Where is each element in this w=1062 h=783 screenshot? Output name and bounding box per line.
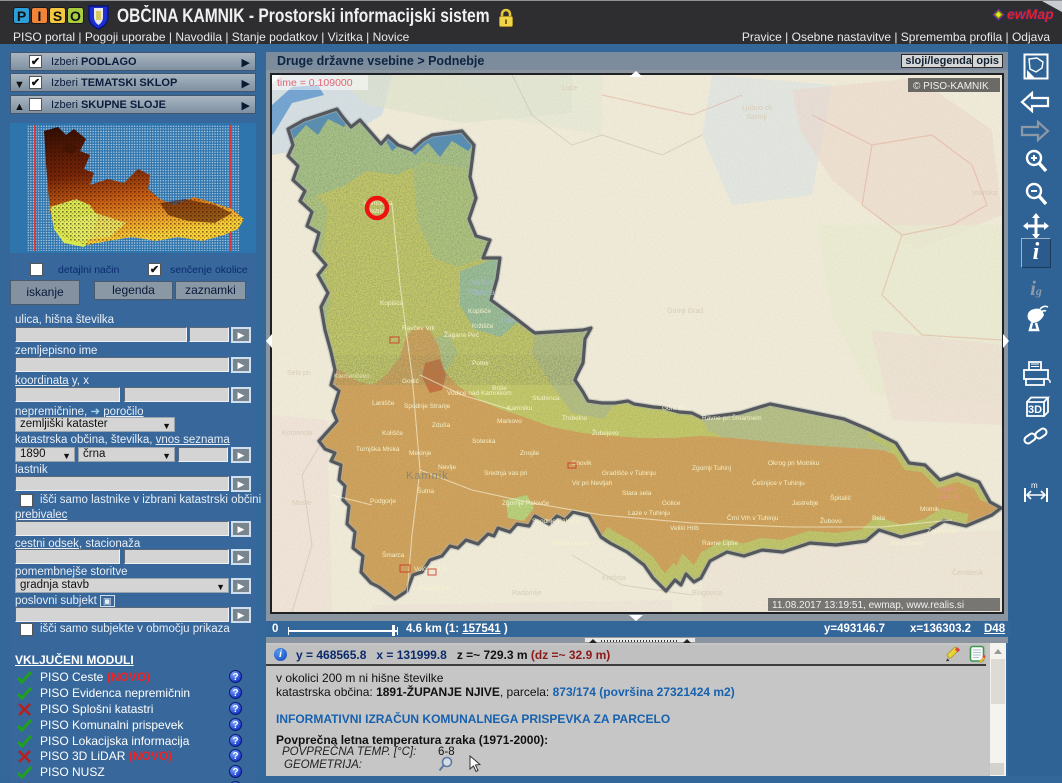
svg-text:Šutna: Šutna — [417, 486, 434, 495]
svg-text:Golice: Golice — [662, 500, 681, 507]
svg-text:Vir pri Nevljah: Vir pri Nevljah — [572, 480, 613, 487]
svg-text:Spodnje Palovče: Spodnje Palovče — [532, 518, 581, 525]
svg-text:Vransko: Vransko — [972, 190, 998, 197]
svg-text:Špitalič: Špitalič — [830, 493, 852, 502]
svg-text:Ravne pri Šmartnem: Ravne pri Šmartnem — [702, 413, 762, 422]
svg-text:Podgorje: Podgorje — [370, 498, 396, 505]
svg-text:Moste: Moste — [292, 500, 311, 507]
svg-text:© PISO-KAMNIK: © PISO-KAMNIK — [913, 81, 989, 92]
svg-text:Trobelno: Trobelno — [562, 415, 588, 422]
svg-text:Sela pri: Sela pri — [287, 370, 311, 377]
svg-text:Kamniku: Kamniku — [507, 405, 533, 412]
svg-text:Bela: Bela — [872, 515, 885, 522]
svg-text:Zgornje Palovče: Zgornje Palovče — [502, 500, 549, 507]
svg-text:Kopišča: Kopišča — [380, 300, 404, 307]
svg-text:Mala Raven: Mala Raven — [890, 540, 925, 547]
svg-text:Komenda: Komenda — [282, 430, 312, 437]
svg-text:Znojile: Znojile — [520, 450, 540, 457]
svg-text:Kopišče: Kopišče — [468, 308, 492, 315]
svg-text:time = 0.109000: time = 0.109000 — [277, 77, 353, 89]
svg-text:Potok: Potok — [472, 360, 489, 367]
svg-text:Velika Lašna: Velika Lašna — [552, 540, 589, 547]
svg-text:Turnjška Miska: Turnjška Miska — [356, 446, 400, 453]
svg-text:11.08.2017 13:19:51, ewmap, ww: 11.08.2017 13:19:51, ewmap, www.realis.s… — [772, 600, 964, 611]
svg-text:Ljubno ob: Ljubno ob — [742, 105, 773, 112]
svg-text:Luče: Luče — [562, 85, 577, 92]
svg-text:Žagana Peč: Žagana Peč — [444, 330, 480, 339]
svg-text:Stara sela: Stara sela — [622, 490, 652, 497]
svg-text:Žaga: Žaga — [500, 315, 515, 324]
svg-text:Laze v Tuhinju: Laze v Tuhinju — [628, 510, 670, 517]
svg-text:Motnik: Motnik — [920, 506, 940, 513]
svg-text:Blagovica: Blagovica — [692, 590, 722, 597]
svg-text:Studenca: Studenca — [532, 395, 560, 402]
svg-text:Kržišče: Kržišče — [472, 323, 494, 330]
svg-text:Gora Sv.: Gora Sv. — [662, 405, 687, 412]
svg-text:Šmarca: Šmarca — [382, 550, 405, 559]
svg-text:Okrog pri Motniku: Okrog pri Motniku — [768, 460, 820, 467]
svg-text:Kamnik: Kamnik — [406, 470, 449, 482]
svg-text:Velika: Velika — [471, 278, 493, 287]
svg-text:Češnjice v Tuhinju: Češnjice v Tuhinju — [752, 478, 805, 487]
svg-text:Zduša: Zduša — [432, 422, 450, 429]
svg-text:Zajasovnik: Zajasovnik — [927, 528, 959, 535]
svg-text:Vodice nad Kamnikom: Vodice nad Kamnikom — [447, 390, 512, 397]
svg-text:Lanišče: Lanišče — [372, 400, 395, 407]
svg-text:Zgornji: Zgornji — [938, 486, 958, 493]
svg-text:Krašnja: Krašnja — [602, 575, 626, 582]
svg-text:Žubejevo: Žubejevo — [592, 428, 619, 437]
svg-text:3D: 3D — [1028, 404, 1042, 416]
svg-text:Radomlje: Radomlje — [512, 590, 542, 597]
svg-text:Planina: Planina — [468, 288, 495, 297]
svg-text:Klemenčevo: Klemenčevo — [334, 373, 370, 380]
svg-text:Spodnje Stranje: Spodnje Stranje — [404, 403, 451, 410]
svg-text:Soteska: Soteska — [472, 438, 496, 445]
svg-text:Jastrebje: Jastrebje — [792, 500, 819, 507]
svg-text:Mekinje: Mekinje — [409, 450, 432, 457]
svg-text:Veliki Hrib: Veliki Hrib — [670, 525, 699, 532]
svg-text:Črni Vrh v Tuhinju: Črni Vrh v Tuhinju — [727, 513, 779, 522]
svg-text:Kolišče: Kolišče — [382, 430, 403, 437]
svg-text:Žubovo: Žubovo — [820, 516, 842, 525]
svg-text:Zgornji Tuhinj: Zgornji Tuhinj — [692, 465, 731, 472]
svg-text:Motnik: Motnik — [940, 494, 960, 501]
svg-text:Godič: Godič — [402, 378, 420, 385]
svg-text:m: m — [1031, 481, 1038, 490]
svg-text:Ravčev Vrk: Ravčev Vrk — [402, 325, 436, 332]
svg-text:Rudnik pri: Rudnik pri — [420, 585, 449, 592]
svg-text:Čemšenik: Čemšenik — [952, 568, 984, 577]
svg-text:Savinji: Savinji — [746, 114, 767, 121]
svg-text:Gornji Grad: Gornji Grad — [667, 308, 703, 315]
svg-text:Markovo: Markovo — [497, 418, 522, 425]
svg-text:Ravne Lipše: Ravne Lipše — [702, 540, 739, 547]
svg-text:Srednja vas pri: Srednja vas pri — [484, 470, 527, 477]
svg-text:Gradišče v Tuhinju: Gradišče v Tuhinju — [602, 470, 656, 477]
